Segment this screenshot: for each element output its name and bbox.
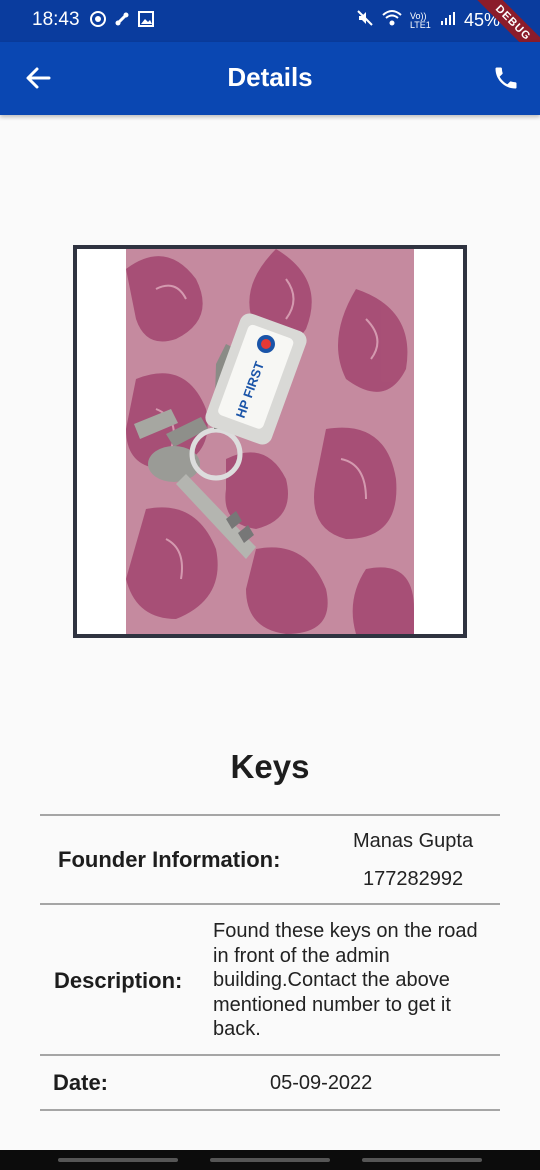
description-line: back. <box>213 1018 261 1040</box>
description-line: Found these keys on the road <box>213 920 478 942</box>
link-icon <box>114 11 130 27</box>
status-right: Vo)) LTE1 45% <box>356 9 500 32</box>
description-label: Description: <box>54 968 183 993</box>
network-label: Vo)) LTE1 <box>409 10 431 30</box>
divider <box>40 1054 500 1056</box>
sync-icon <box>90 11 106 27</box>
date-value: 05-09-2022 <box>270 1072 373 1094</box>
phone-icon <box>495 67 517 89</box>
page-title: Details <box>227 62 313 92</box>
nav-home[interactable] <box>210 1158 330 1162</box>
divider <box>40 814 500 816</box>
founder-name: Manas Gupta <box>353 830 474 852</box>
mute-icon <box>356 9 374 32</box>
item-title: Keys <box>230 748 310 785</box>
nav-recents[interactable] <box>58 1158 178 1162</box>
signal-icon <box>440 10 456 31</box>
item-photo: HP FIRST <box>126 249 414 634</box>
status-time: 18:43 <box>32 9 80 30</box>
nav-back[interactable] <box>362 1158 482 1162</box>
description-line: in front of the admin <box>213 944 390 967</box>
founder-phone: 177282992 <box>363 868 464 890</box>
description-text: Found these keys on the road in front of… <box>213 919 478 1042</box>
founder-label: Founder Information: <box>58 847 281 872</box>
call-button[interactable] <box>492 64 522 94</box>
date-label: Date: <box>53 1070 109 1095</box>
divider <box>40 1109 500 1111</box>
app-bar: Details <box>0 42 540 115</box>
notification-icons <box>90 11 154 27</box>
item-image-frame: HP FIRST <box>73 245 467 638</box>
image-icon <box>138 11 154 27</box>
wifi-icon <box>382 9 402 32</box>
description-line: building.Contact the above <box>213 969 450 991</box>
system-nav-bar <box>0 1150 540 1170</box>
status-bar: 18:43 Vo)) LTE1 45% DEBUG <box>0 0 540 69</box>
description-line: mentioned number to get it <box>213 993 451 1016</box>
divider <box>40 903 500 905</box>
